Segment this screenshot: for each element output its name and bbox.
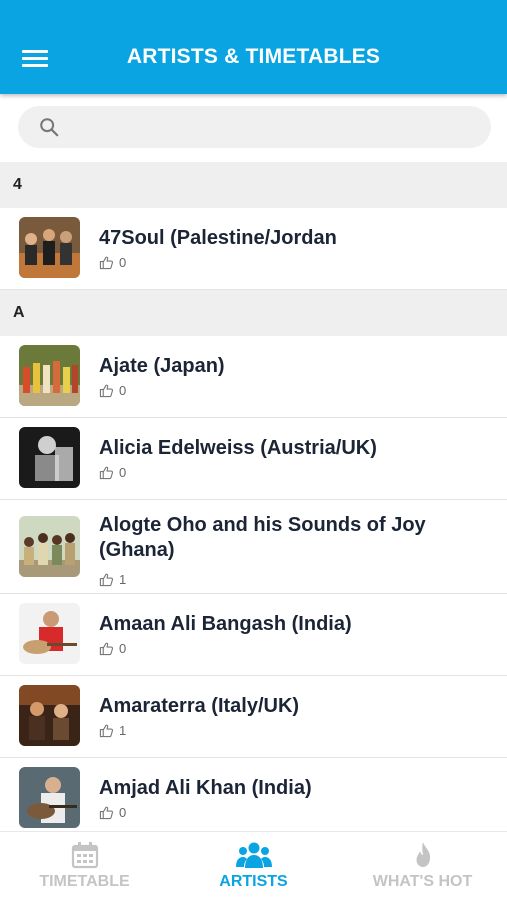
tab-timetable[interactable]: TIMETABLE [0, 832, 169, 900]
like-count-value: 1 [119, 723, 127, 738]
search-icon [40, 118, 59, 137]
like-count-value: 0 [119, 465, 127, 480]
status-bar [10, 0, 130, 8]
artist-thumbnail [19, 516, 80, 577]
artist-row[interactable]: Amaan Ali Bangash (India) 0 [0, 594, 507, 676]
artist-name: Amjad Ali Khan (India) [99, 777, 312, 799]
artist-row[interactable]: Ajate (Japan) 0 [0, 336, 507, 418]
search-bar-container [0, 94, 507, 162]
artist-row[interactable]: Alogte Oho and his Sounds of Joy (Ghana)… [0, 500, 507, 594]
artist-name: Alicia Edelweiss (Austria/UK) [99, 437, 377, 459]
thumbs-up-icon [99, 466, 114, 480]
like-count-value: 1 [119, 572, 127, 587]
search-input[interactable] [70, 106, 475, 148]
artist-list[interactable]: 4 47Soul (Palestine/Jordan 0 A Ajate (Ja… [0, 162, 507, 831]
artist-thumbnail [19, 603, 80, 664]
section-header-4: 4 [0, 162, 507, 208]
artist-thumbnail [19, 767, 80, 828]
artist-thumbnail [19, 685, 80, 746]
artist-name: 47Soul (Palestine/Jordan [99, 227, 337, 249]
like-count-value: 0 [119, 641, 127, 656]
tab-label: ARTISTS [219, 873, 288, 890]
app-header: ARTISTS & TIMETABLES [0, 0, 507, 94]
section-header-a: A [0, 290, 507, 336]
like-count[interactable]: 0 [99, 465, 126, 480]
artist-name: Alogte Oho and his Sounds of Joy (Ghana) [99, 514, 426, 561]
thumbs-up-icon [99, 256, 114, 270]
bottom-tab-bar: TIMETABLE ARTISTS WHAT'S HOT [0, 831, 507, 900]
artist-row[interactable]: Amaraterra (Italy/UK) 1 [0, 676, 507, 758]
flame-icon [416, 842, 430, 867]
like-count[interactable]: 0 [99, 255, 126, 270]
artist-name: Amaan Ali Bangash (India) [99, 613, 352, 635]
calendar-icon [71, 842, 98, 869]
like-count[interactable]: 1 [99, 572, 126, 587]
tab-whats-hot[interactable]: WHAT'S HOT [338, 832, 507, 900]
thumbs-up-icon [99, 384, 114, 398]
page-title: ARTISTS & TIMETABLES [126, 45, 381, 68]
tab-label: WHAT'S HOT [372, 873, 473, 890]
like-count[interactable]: 0 [99, 383, 126, 398]
like-count-value: 0 [119, 383, 127, 398]
artist-thumbnail [19, 345, 80, 406]
thumbs-up-icon [99, 573, 114, 587]
like-count[interactable]: 1 [99, 723, 126, 738]
artist-thumbnail [19, 217, 80, 278]
artist-name: Ajate (Japan) [99, 355, 225, 377]
group-icon [235, 842, 272, 868]
tab-artists[interactable]: ARTISTS [169, 832, 338, 900]
like-count[interactable]: 0 [99, 641, 126, 656]
artist-thumbnail [19, 427, 80, 488]
like-count[interactable]: 0 [99, 805, 126, 820]
artist-row[interactable]: Amjad Ali Khan (India) 0 [0, 758, 507, 831]
artist-row[interactable]: 47Soul (Palestine/Jordan 0 [0, 208, 507, 290]
thumbs-up-icon [99, 724, 114, 738]
tab-label: TIMETABLE [39, 873, 130, 890]
like-count-value: 0 [119, 805, 127, 820]
artist-row[interactable]: Alicia Edelweiss (Austria/UK) 0 [0, 418, 507, 500]
like-count-value: 0 [119, 255, 127, 270]
thumbs-up-icon [99, 642, 114, 656]
artist-name: Amaraterra (Italy/UK) [99, 695, 300, 717]
search-box[interactable] [18, 106, 491, 148]
thumbs-up-icon [99, 806, 114, 820]
